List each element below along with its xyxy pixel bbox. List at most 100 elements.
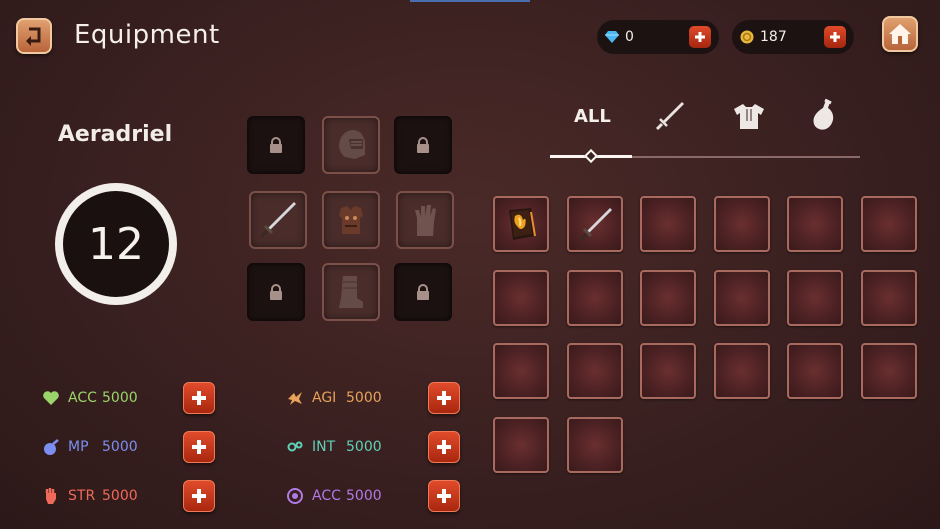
plus-icon — [192, 489, 206, 503]
target-icon — [286, 487, 304, 505]
inventory-slot[interactable] — [566, 343, 623, 399]
agility-icon — [286, 389, 304, 407]
stat-name: STR — [68, 488, 96, 504]
equip-slot-locked — [247, 116, 305, 174]
tab-weapons[interactable] — [652, 98, 688, 134]
inventory-slot[interactable] — [566, 269, 623, 326]
gem-icon — [605, 30, 619, 44]
stat-value: 5000 — [346, 488, 382, 504]
inventory-slot[interactable] — [640, 269, 697, 326]
spellbook-icon — [509, 208, 536, 240]
equip-slot-helmet[interactable] — [322, 116, 380, 174]
stat-row-int: INT 5000 — [286, 431, 382, 463]
page-title: Equipment — [74, 20, 220, 50]
plus-icon — [830, 32, 840, 42]
potion-icon — [813, 98, 834, 130]
equip-slot-weapon[interactable] — [249, 191, 307, 249]
home-icon — [889, 24, 911, 44]
plus-icon — [437, 489, 451, 503]
plus-icon — [437, 440, 451, 454]
add-agi-button[interactable] — [428, 382, 460, 414]
inventory-slot[interactable] — [713, 343, 770, 399]
inventory-slot[interactable] — [713, 269, 770, 326]
top-accent-bar — [410, 0, 530, 2]
level-badge: 12 — [55, 183, 177, 305]
character-name: Aeradriel — [57, 122, 173, 147]
sword-icon — [578, 208, 612, 242]
stat-value: 5000 — [102, 390, 138, 406]
inventory-slot[interactable] — [566, 416, 623, 473]
back-arrow-icon — [26, 27, 41, 46]
tab-indicator-knob — [583, 148, 599, 164]
equip-slot-boots[interactable] — [322, 263, 380, 321]
armor-icon — [339, 206, 363, 234]
equip-slot-locked — [394, 263, 452, 321]
gems-value: 0 — [625, 29, 634, 45]
level-value: 12 — [61, 189, 171, 299]
gems-counter: 0 — [597, 20, 719, 54]
equip-slot-locked — [247, 263, 305, 321]
inventory-slot[interactable] — [640, 343, 697, 399]
inventory-slot[interactable] — [861, 269, 917, 326]
stat-name: AGI — [312, 390, 337, 406]
add-gold-button[interactable] — [824, 26, 846, 48]
stat-name: ACC — [68, 390, 97, 406]
mana-icon — [42, 438, 60, 456]
tab-consumables[interactable] — [805, 98, 841, 134]
intellect-icon — [286, 438, 304, 456]
inventory-slot[interactable] — [861, 196, 917, 252]
stat-row-mp: MP 5000 — [42, 431, 138, 463]
plus-icon — [695, 32, 705, 42]
inventory-slot[interactable] — [787, 269, 844, 326]
inventory-slot[interactable] — [493, 196, 549, 252]
shirt-icon — [734, 104, 764, 129]
plus-icon — [192, 440, 206, 454]
stat-row-acc: ACC 5000 — [42, 382, 138, 414]
inventory-slot[interactable] — [493, 343, 549, 399]
stat-name: ACC — [312, 488, 341, 504]
glove-icon — [415, 205, 436, 236]
helmet-icon — [339, 130, 365, 159]
inventory-slot[interactable] — [640, 196, 697, 252]
stat-row-str: STR 5000 — [42, 480, 138, 512]
lock-icon — [417, 284, 429, 300]
inventory-slot[interactable] — [566, 196, 623, 252]
sword-icon — [655, 102, 684, 131]
inventory-slot[interactable] — [493, 269, 549, 326]
plus-icon — [437, 391, 451, 405]
add-gems-button[interactable] — [689, 26, 711, 48]
heart-icon — [42, 389, 60, 407]
stat-row-agi: AGI 5000 — [286, 382, 382, 414]
sword-icon — [259, 202, 296, 239]
stat-name: INT — [312, 439, 336, 455]
add-mp-button[interactable] — [183, 431, 215, 463]
lock-icon — [270, 137, 282, 153]
lock-icon — [270, 284, 282, 300]
inventory-slot[interactable] — [861, 343, 917, 399]
stat-value: 5000 — [102, 488, 138, 504]
strength-icon — [42, 487, 60, 505]
inventory-slot[interactable] — [493, 416, 549, 473]
add-str-button[interactable] — [183, 480, 215, 512]
equip-slot-gloves[interactable] — [396, 191, 454, 249]
stat-name: MP — [68, 439, 89, 455]
add-acc-2-button[interactable] — [428, 480, 460, 512]
add-acc-button[interactable] — [183, 382, 215, 414]
tab-all[interactable]: ALL — [574, 106, 611, 127]
tab-armor[interactable] — [731, 98, 767, 134]
coin-icon — [740, 30, 754, 44]
inventory-slot[interactable] — [787, 196, 844, 252]
gold-counter: 187 — [732, 20, 854, 54]
boot-icon — [339, 276, 363, 308]
stat-value: 5000 — [346, 439, 382, 455]
gold-value: 187 — [760, 29, 787, 45]
plus-icon — [192, 391, 206, 405]
home-button[interactable] — [882, 16, 918, 52]
stat-value: 5000 — [102, 439, 138, 455]
stat-row-acc-2: ACC 5000 — [286, 480, 382, 512]
inventory-slot[interactable] — [787, 343, 844, 399]
add-int-button[interactable] — [428, 431, 460, 463]
equip-slot-armor[interactable] — [322, 191, 380, 249]
back-button[interactable] — [16, 18, 52, 54]
inventory-slot[interactable] — [713, 196, 770, 252]
